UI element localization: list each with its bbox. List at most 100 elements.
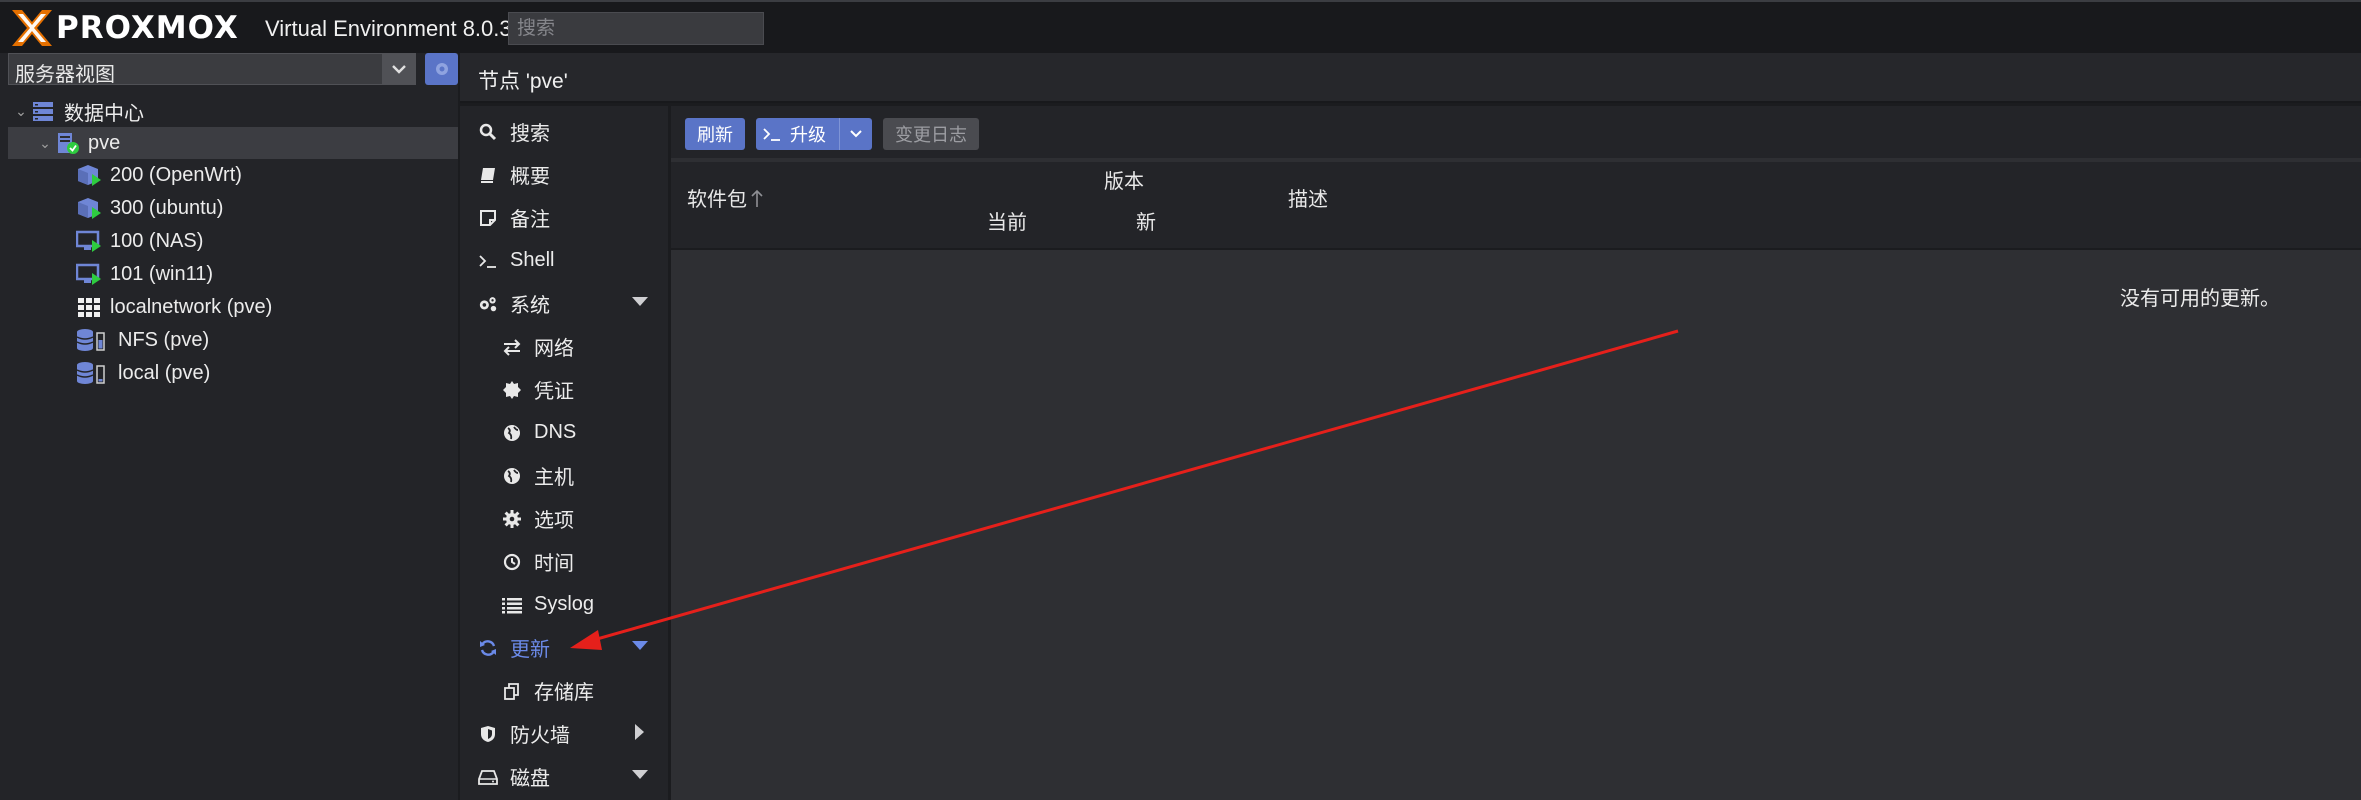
view-selector-value: 服务器视图 — [15, 64, 115, 86]
tree-item-storage-nfs[interactable]: NFS (pve) — [76, 324, 209, 356]
menu-item-label: 搜索 — [510, 123, 550, 145]
tree-item-storage-local[interactable]: local (pve) — [76, 357, 210, 389]
tree-item-vm-101[interactable]: 101 (win11) — [76, 258, 213, 290]
menu-item-label: Shell — [510, 249, 555, 271]
chevron-down-icon — [849, 130, 862, 138]
expand-right-icon[interactable] — [635, 724, 644, 740]
tree-item-label: 100 (NAS) — [110, 229, 204, 252]
globe-icon — [502, 466, 522, 486]
tree-item-label: local (pve) — [118, 361, 211, 384]
tree-item-label: 101 (win11) — [110, 262, 214, 285]
menu-item-system[interactable]: 系统 — [460, 282, 668, 325]
note-icon — [478, 208, 498, 228]
storage-icon — [76, 362, 105, 384]
refresh-button-label: 刷新 — [697, 125, 733, 145]
upgrade-dropdown-button[interactable] — [840, 130, 871, 138]
vm-running-icon — [76, 263, 101, 285]
tree-item-localnetwork[interactable]: localnetwork (pve) — [76, 291, 272, 323]
column-header-package[interactable]: 软件包 — [687, 183, 764, 212]
changelog-button-label: 变更日志 — [895, 125, 967, 145]
tree-item-vm-100[interactable]: 100 (NAS) — [76, 225, 203, 257]
hdd-icon — [478, 767, 498, 787]
tree-item-label: localnetwork (pve) — [110, 295, 273, 318]
menu-item-label: 概要 — [510, 166, 550, 188]
certificate-icon — [502, 380, 522, 400]
menu-item-label: 凭证 — [534, 381, 574, 403]
book-icon — [478, 165, 498, 185]
tree-item-datacenter[interactable]: ⌄ 数据中心 — [12, 95, 144, 127]
tree-item-label: NFS (pve) — [118, 328, 210, 351]
tree-item-pve[interactable]: ⌄ pve — [8, 127, 458, 159]
container-running-icon — [78, 165, 101, 186]
menu-item-dns[interactable]: DNS — [460, 411, 668, 454]
search-icon — [478, 122, 498, 142]
menu-item-search[interactable]: 搜索 — [460, 110, 668, 153]
datacenter-icon — [33, 102, 53, 121]
gear-icon — [502, 509, 522, 529]
empty-grid-message: 没有可用的更新。 — [2120, 288, 2280, 310]
exchange-icon — [502, 337, 522, 357]
expand-icon[interactable] — [632, 297, 648, 306]
updates-toolbar: 刷新 升级 变更日志 — [671, 106, 2361, 158]
column-header-package-label: 软件包 — [687, 189, 747, 211]
collapse-icon[interactable]: ⌄ — [12, 103, 30, 120]
expand-icon[interactable] — [632, 770, 648, 779]
tree-item-ct-300[interactable]: 300 (ubuntu) — [76, 192, 223, 224]
collapse-icon[interactable]: ⌄ — [36, 135, 54, 152]
column-header-new[interactable]: 新 — [1136, 206, 1156, 235]
refresh-button[interactable]: 刷新 — [685, 118, 745, 150]
brand-name: PROXMOX — [56, 10, 239, 46]
tree-item-label: 300 (ubuntu) — [110, 196, 224, 219]
menu-item-label: 备注 — [510, 209, 550, 231]
menu-item-notes[interactable]: 备注 — [460, 196, 668, 239]
expand-icon[interactable] — [632, 641, 648, 650]
menu-item-label: 存储库 — [534, 682, 594, 704]
node-menu: 搜索 概要 备注 Shell 系统 网络 凭证 DNS 主机 选项 时间 Sys… — [460, 106, 668, 800]
menu-item-label: 选项 — [534, 510, 574, 532]
proxmox-x-icon — [12, 10, 52, 46]
menu-item-label: DNS — [534, 421, 577, 443]
menu-item-options[interactable]: 选项 — [460, 497, 668, 540]
page-title: 节点 'pve' — [478, 70, 568, 93]
updates-grid-header: 软件包 版本 当前 新 描述 — [671, 162, 2361, 250]
view-selector-dropdown-button[interactable] — [382, 53, 416, 85]
menu-item-label: 磁盘 — [510, 768, 550, 790]
shield-icon — [478, 724, 498, 744]
menu-item-label: 时间 — [534, 553, 574, 575]
sort-ascending-icon — [751, 189, 763, 207]
menu-item-syslog[interactable]: Syslog — [460, 583, 668, 626]
list-icon — [502, 595, 522, 615]
gear-icon — [435, 63, 448, 75]
changelog-button[interactable]: 变更日志 — [883, 118, 979, 150]
top-bar: PROXMOX Virtual Environment 8.0.3 — [0, 0, 2361, 53]
clock-icon — [502, 552, 522, 572]
menu-item-updates[interactable]: 更新 — [460, 626, 668, 669]
menu-item-firewall[interactable]: 防火墙 — [460, 712, 668, 755]
menu-item-time[interactable]: 时间 — [460, 540, 668, 583]
container-running-icon — [78, 198, 101, 219]
column-header-current[interactable]: 当前 — [987, 206, 1027, 235]
refresh-icon — [478, 638, 498, 658]
menu-item-disks[interactable]: 磁盘 — [460, 755, 668, 798]
files-icon — [502, 681, 522, 701]
tree-settings-button[interactable] — [425, 53, 458, 85]
menu-item-network[interactable]: 网络 — [460, 325, 668, 368]
menu-item-label: 防火墙 — [510, 725, 570, 747]
globe-icon — [502, 423, 522, 443]
menu-item-label: 更新 — [510, 639, 550, 661]
menu-item-repositories[interactable]: 存储库 — [460, 669, 668, 712]
upgrade-button[interactable]: 升级 — [756, 118, 872, 150]
tree-item-ct-200[interactable]: 200 (OpenWrt) — [76, 159, 242, 191]
menu-item-hosts[interactable]: 主机 — [460, 454, 668, 497]
menu-item-summary[interactable]: 概要 — [460, 153, 668, 196]
menu-item-shell[interactable]: Shell — [460, 239, 668, 282]
upgrade-main[interactable]: 升级 — [756, 118, 840, 150]
proxmox-logo[interactable]: PROXMOX — [10, 8, 239, 48]
search-input[interactable] — [508, 12, 764, 45]
terminal-icon — [763, 128, 780, 141]
tree-item-label: pve — [88, 131, 121, 154]
vm-running-icon — [76, 230, 101, 252]
menu-item-certificates[interactable]: 凭证 — [460, 368, 668, 411]
view-selector[interactable]: 服务器视图 — [8, 53, 416, 86]
column-header-description[interactable]: 描述 — [1288, 183, 1328, 212]
